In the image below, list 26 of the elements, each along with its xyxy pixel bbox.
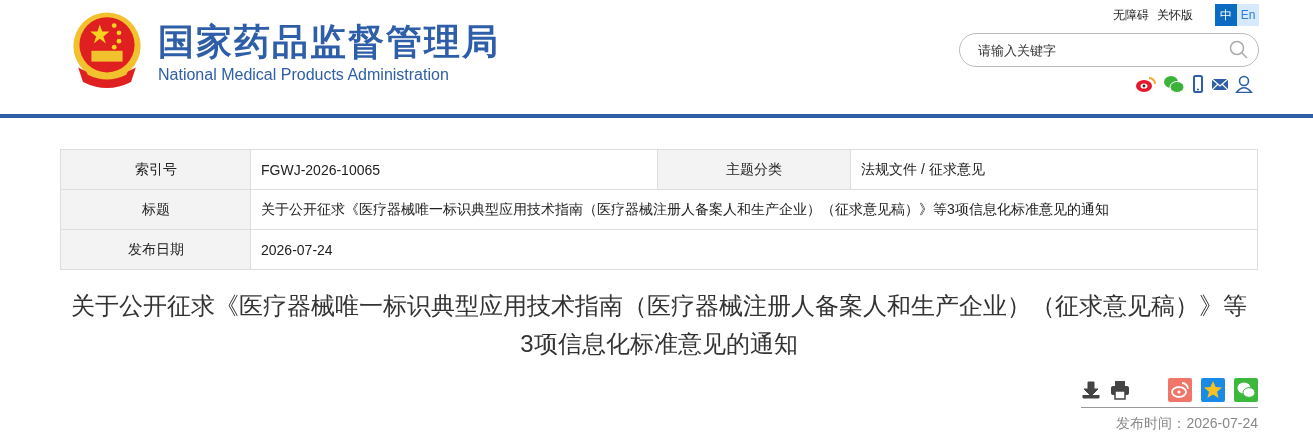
language-toggle[interactable]: 中 [1215, 4, 1237, 26]
wechat-share-icon[interactable] [1234, 378, 1258, 402]
field-label: 标题 [61, 190, 251, 230]
publish-time: 发布时间：2026-07-24 [1115, 415, 1258, 433]
wechat-icon[interactable] [1163, 75, 1185, 93]
field-value: 关于公开征求《医疗器械唯一标识典型应用技术指南（医疗器械注册人备案人和生产企业）（征求意见稿）》等3项信息化标准意见的通知 [251, 190, 1258, 230]
field-value: 法规文件 / 征求意见 [851, 150, 1258, 190]
print-icon[interactable] [1110, 380, 1130, 400]
header-link[interactable]: 无障碍 [1113, 6, 1149, 24]
header-link[interactable]: 关怀版 [1157, 6, 1193, 24]
weibo-share-icon[interactable] [1168, 378, 1192, 402]
site-title: 国家药品监督管理局 [158, 20, 500, 64]
field-value: 2026-07-24 [251, 230, 1258, 270]
site-subtitle: National Medical Products Administration [158, 66, 450, 84]
article-title: 关于公开征求《医疗器械唯一标识典型应用技术指南（医疗器械注册人备案人和生产企业）（征求意见稿）》等3项信息化标准意见的通知 [70, 291, 1248, 359]
field-label: 发布日期 [61, 230, 251, 270]
download-icon[interactable] [1081, 380, 1101, 400]
field-value: FGWJ-2026-10065 [251, 150, 658, 190]
star-share-icon[interactable] [1201, 378, 1225, 402]
user-icon[interactable] [1235, 75, 1253, 93]
emblem-icon [73, 12, 141, 88]
field-label: 索引号 [61, 150, 251, 190]
field-label: 主题分类 [658, 150, 851, 190]
search-field[interactable]: 请输入关键字 [959, 33, 1259, 67]
phone-icon[interactable] [1191, 75, 1205, 93]
weibo-icon[interactable] [1135, 75, 1157, 93]
